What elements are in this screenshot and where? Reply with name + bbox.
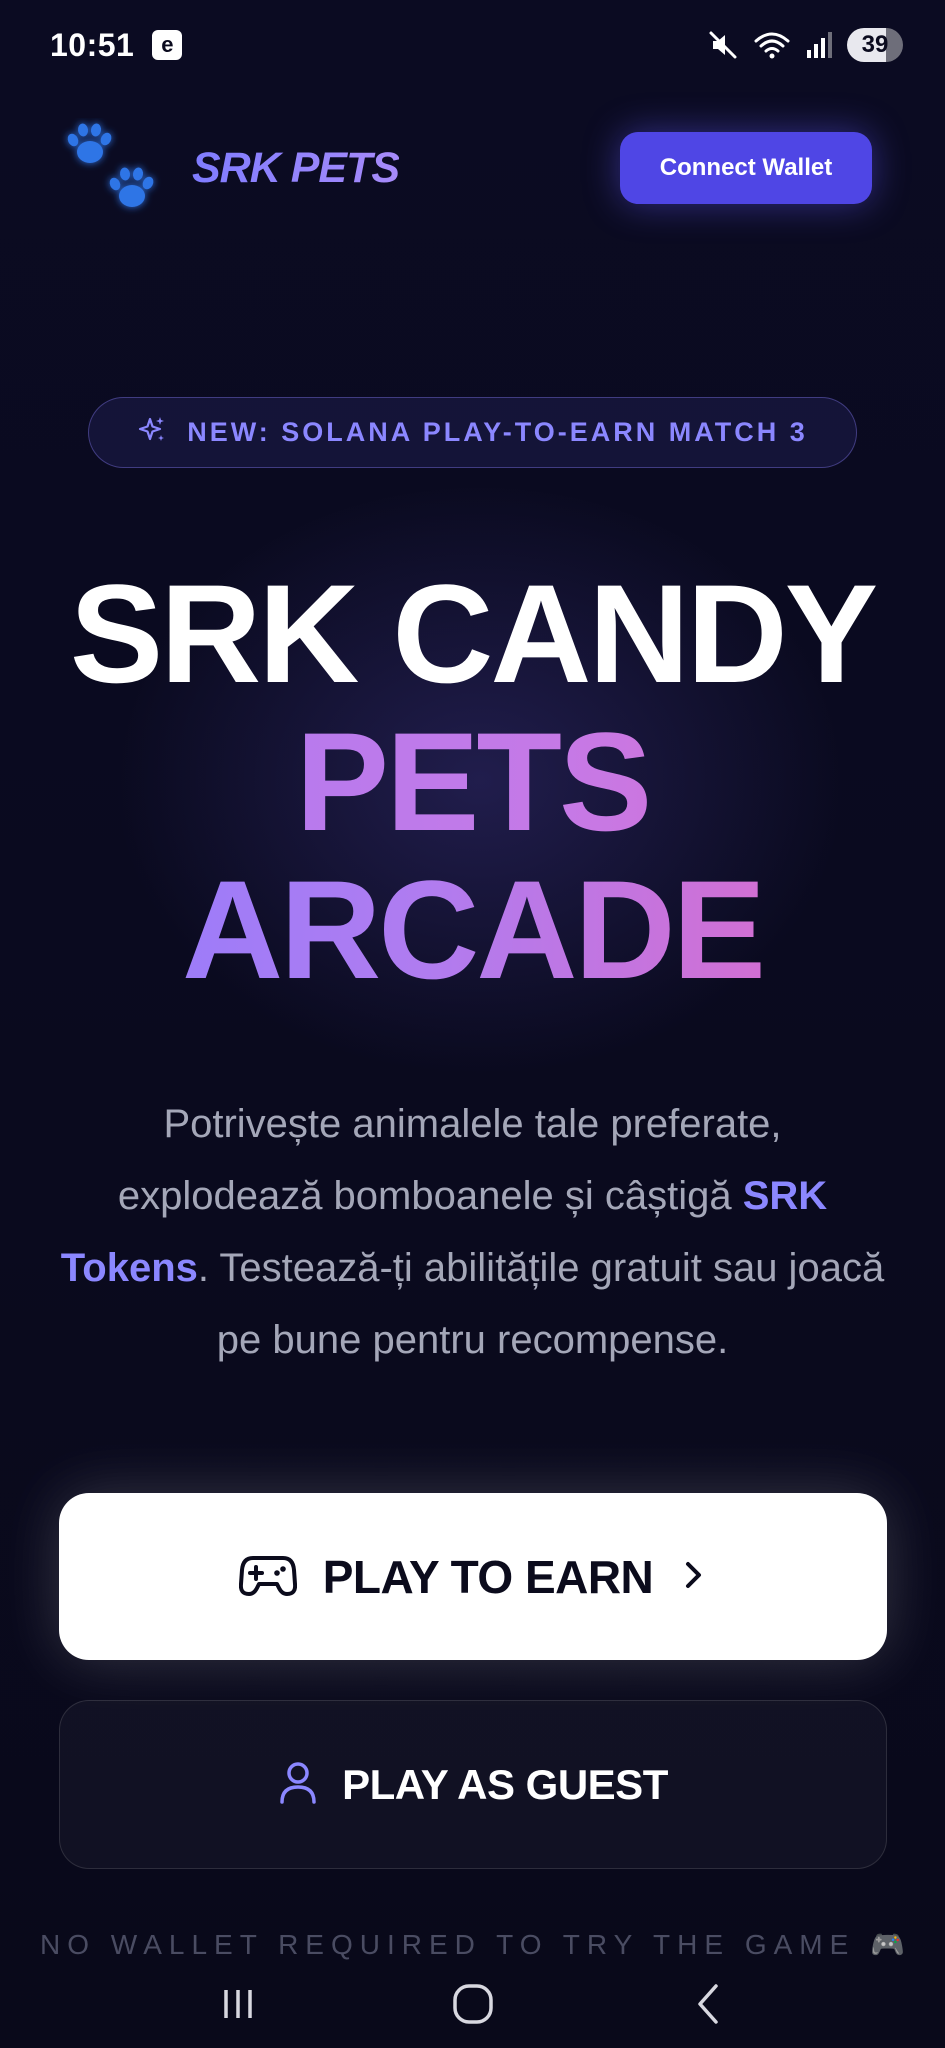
brand-name: SRK PETS: [192, 143, 400, 192]
home-icon[interactable]: [433, 1974, 513, 2034]
description-part1: Potrivește animalele tale preferate, exp…: [117, 1102, 782, 1218]
user-icon: [278, 1760, 318, 1809]
back-icon[interactable]: [668, 1974, 748, 2034]
status-left: 10:51 e: [50, 26, 183, 64]
play-as-guest-label: PLAY AS GUEST: [342, 1760, 668, 1808]
sparkles-icon: [137, 415, 167, 450]
battery-indicator: 39: [847, 28, 903, 62]
app-header: SRK PETS Connect Wallet: [60, 118, 872, 218]
clock: 10:51: [50, 26, 135, 63]
hero-title-line1: SRK CANDY: [69, 555, 878, 712]
play-to-earn-button[interactable]: PLAY TO EARN: [59, 1493, 887, 1660]
brand[interactable]: SRK PETS: [60, 118, 400, 218]
announcement-badge: NEW: SOLANA PLAY-TO-EARN MATCH 3: [88, 397, 857, 468]
announcement-text: NEW: SOLANA PLAY-TO-EARN MATCH 3: [187, 417, 808, 447]
status-right: 39: [707, 28, 903, 62]
paw-icon: [60, 118, 164, 218]
gamepad-emoji-icon: 🎮: [870, 1929, 905, 1960]
mute-icon: [707, 29, 739, 61]
footnote-text: NO WALLET REQUIRED TO TRY THE GAME: [40, 1929, 856, 1960]
status-bar: 10:51 e 39: [0, 0, 945, 90]
connect-wallet-button[interactable]: Connect Wallet: [620, 132, 872, 204]
wifi-icon: [753, 29, 791, 61]
notification-badge: e: [152, 30, 183, 60]
system-nav-bar: [0, 1960, 945, 2048]
play-to-earn-label: PLAY TO EARN: [322, 1550, 654, 1603]
hero-title: SRK CANDY PETS ARCADE: [0, 560, 945, 1004]
signal-icon: [805, 30, 833, 60]
play-as-guest-button[interactable]: PLAY AS GUEST: [59, 1700, 887, 1869]
recents-icon[interactable]: [198, 1974, 278, 2034]
chevron-right-icon: [679, 1557, 707, 1596]
hero-description: Potrivește animalele tale preferate, exp…: [60, 1088, 885, 1376]
footnote: NO WALLET REQUIRED TO TRY THE GAME 🎮: [0, 1928, 945, 1961]
gamepad-icon: [238, 1552, 297, 1601]
description-part2: . Testează-ți abilitățile gratuit sau jo…: [197, 1246, 885, 1362]
hero-title-line2: PETS: [0, 708, 945, 856]
hero-title-line3: ARCADE: [0, 856, 945, 1004]
